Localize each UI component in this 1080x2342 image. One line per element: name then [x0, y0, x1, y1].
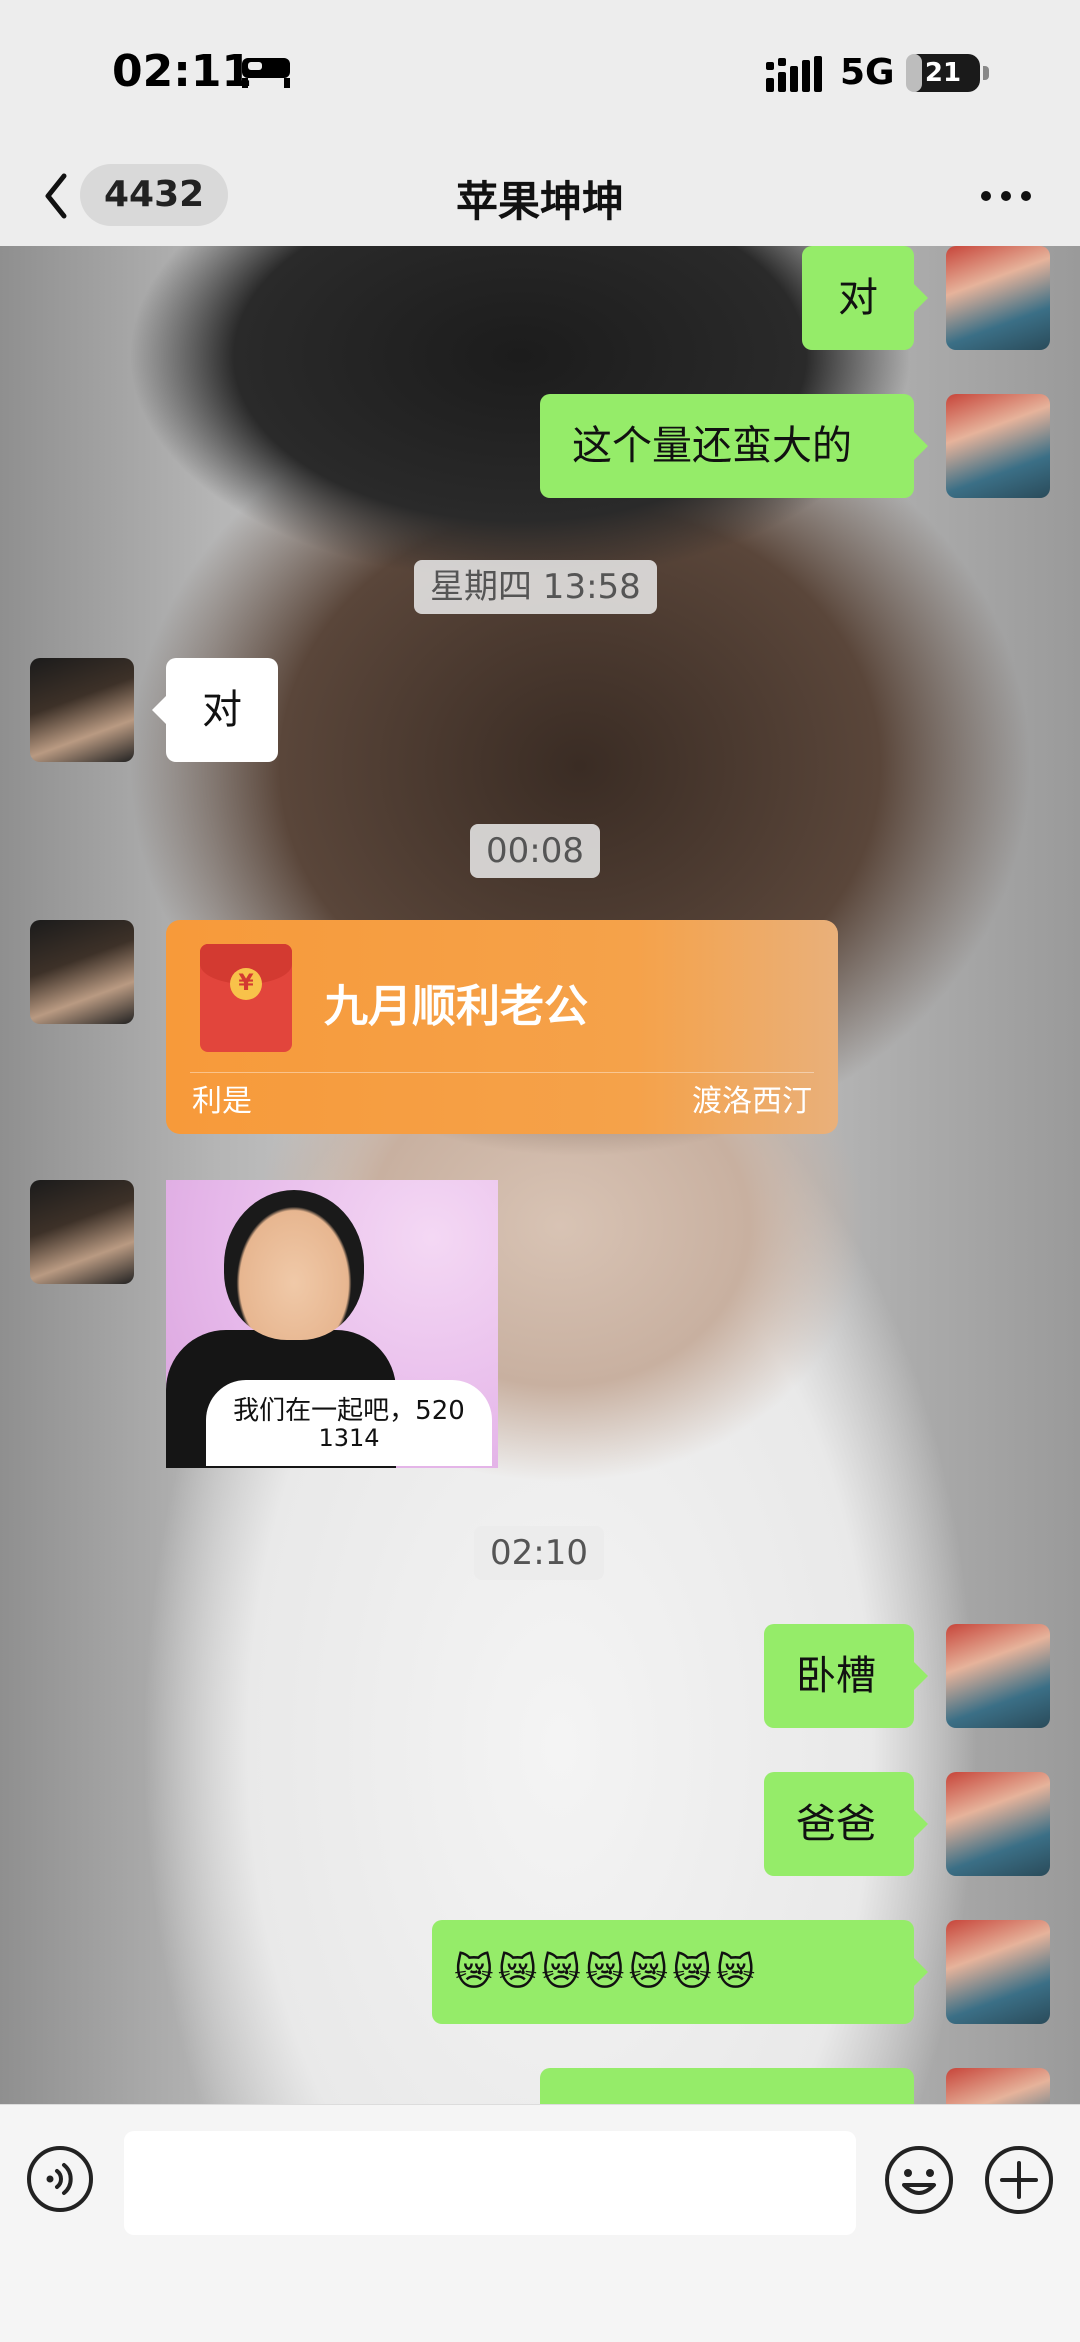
battery-percent: 21	[924, 58, 962, 88]
contact-avatar[interactable]	[30, 658, 134, 762]
bed-icon	[242, 58, 290, 88]
red-packet-divider	[190, 1072, 814, 1073]
battery-icon: 21	[906, 54, 980, 92]
red-packet-sender: 渡洛西汀	[692, 1084, 812, 1119]
sticker-caption-line2: 1314	[318, 1424, 380, 1452]
message-bubble[interactable]: 爸爸	[764, 1772, 914, 1876]
timestamp: 02:10	[474, 1526, 604, 1580]
my-avatar[interactable]	[946, 394, 1050, 498]
red-packet-icon: ¥	[200, 944, 292, 1052]
message-bubble[interactable]: 对	[166, 658, 278, 762]
contact-avatar[interactable]	[30, 920, 134, 1024]
plus-icon[interactable]	[984, 2145, 1054, 2215]
more-dots-icon[interactable]	[976, 176, 1036, 216]
bubble-tail	[914, 284, 928, 312]
message-bubble[interactable]: 对	[802, 246, 914, 350]
timestamp: 00:08	[470, 824, 600, 878]
chat-background: 对 这个量还蛮大的 星期四 13:58 对 00:08 ¥ 九月顺利老公 利是 …	[0, 246, 1080, 2104]
message-bubble[interactable]: 这个量还蛮大的	[540, 394, 914, 498]
sticker-speech-bubble: 我们在一起吧，520 1314	[206, 1380, 492, 1466]
my-avatar[interactable]	[946, 2068, 1050, 2104]
red-packet-card[interactable]: ¥ 九月顺利老公 利是 渡洛西汀	[166, 920, 838, 1134]
my-avatar[interactable]	[946, 1624, 1050, 1728]
emoji-icon[interactable]	[884, 2145, 954, 2215]
message-bubble[interactable]: 卧槽	[764, 1624, 914, 1728]
message-input[interactable]	[124, 2131, 856, 2235]
my-avatar[interactable]	[946, 1920, 1050, 2024]
bubble-tail	[914, 1810, 928, 1838]
battery-tip	[983, 66, 989, 80]
red-packet-title: 九月顺利老公	[324, 981, 588, 1032]
chat-header: 4432 苹果坤坤	[0, 150, 1080, 246]
my-avatar[interactable]	[946, 1772, 1050, 1876]
timestamp: 星期四 13:58	[414, 560, 657, 614]
message-bubble-partial[interactable]	[540, 2068, 914, 2104]
status-bar: 02:11 5G 21	[0, 0, 1080, 150]
sticker-caption-line1: 我们在一起吧，520	[233, 1396, 465, 1426]
voice-icon[interactable]	[26, 2145, 94, 2213]
contact-avatar[interactable]	[30, 1180, 134, 1284]
input-bar	[0, 2104, 1080, 2342]
sticker-image[interactable]: 我们在一起吧，520 1314	[166, 1180, 498, 1468]
red-packet-coin: ¥	[230, 968, 262, 1000]
bubble-tail	[152, 696, 166, 724]
signal-icon	[766, 56, 822, 92]
sticker-figure-head	[224, 1190, 364, 1340]
red-packet-label: 利是	[192, 1084, 252, 1119]
bubble-tail	[914, 1958, 928, 1986]
my-avatar[interactable]	[946, 246, 1050, 350]
bubble-tail	[914, 1662, 928, 1690]
status-time: 02:11	[112, 46, 253, 97]
network-label: 5G	[840, 52, 895, 93]
bubble-tail	[914, 432, 928, 460]
unread-count-badge[interactable]: 4432	[80, 164, 229, 226]
message-bubble[interactable]: 😿😿😿😿😿😿😿	[432, 1920, 914, 2024]
